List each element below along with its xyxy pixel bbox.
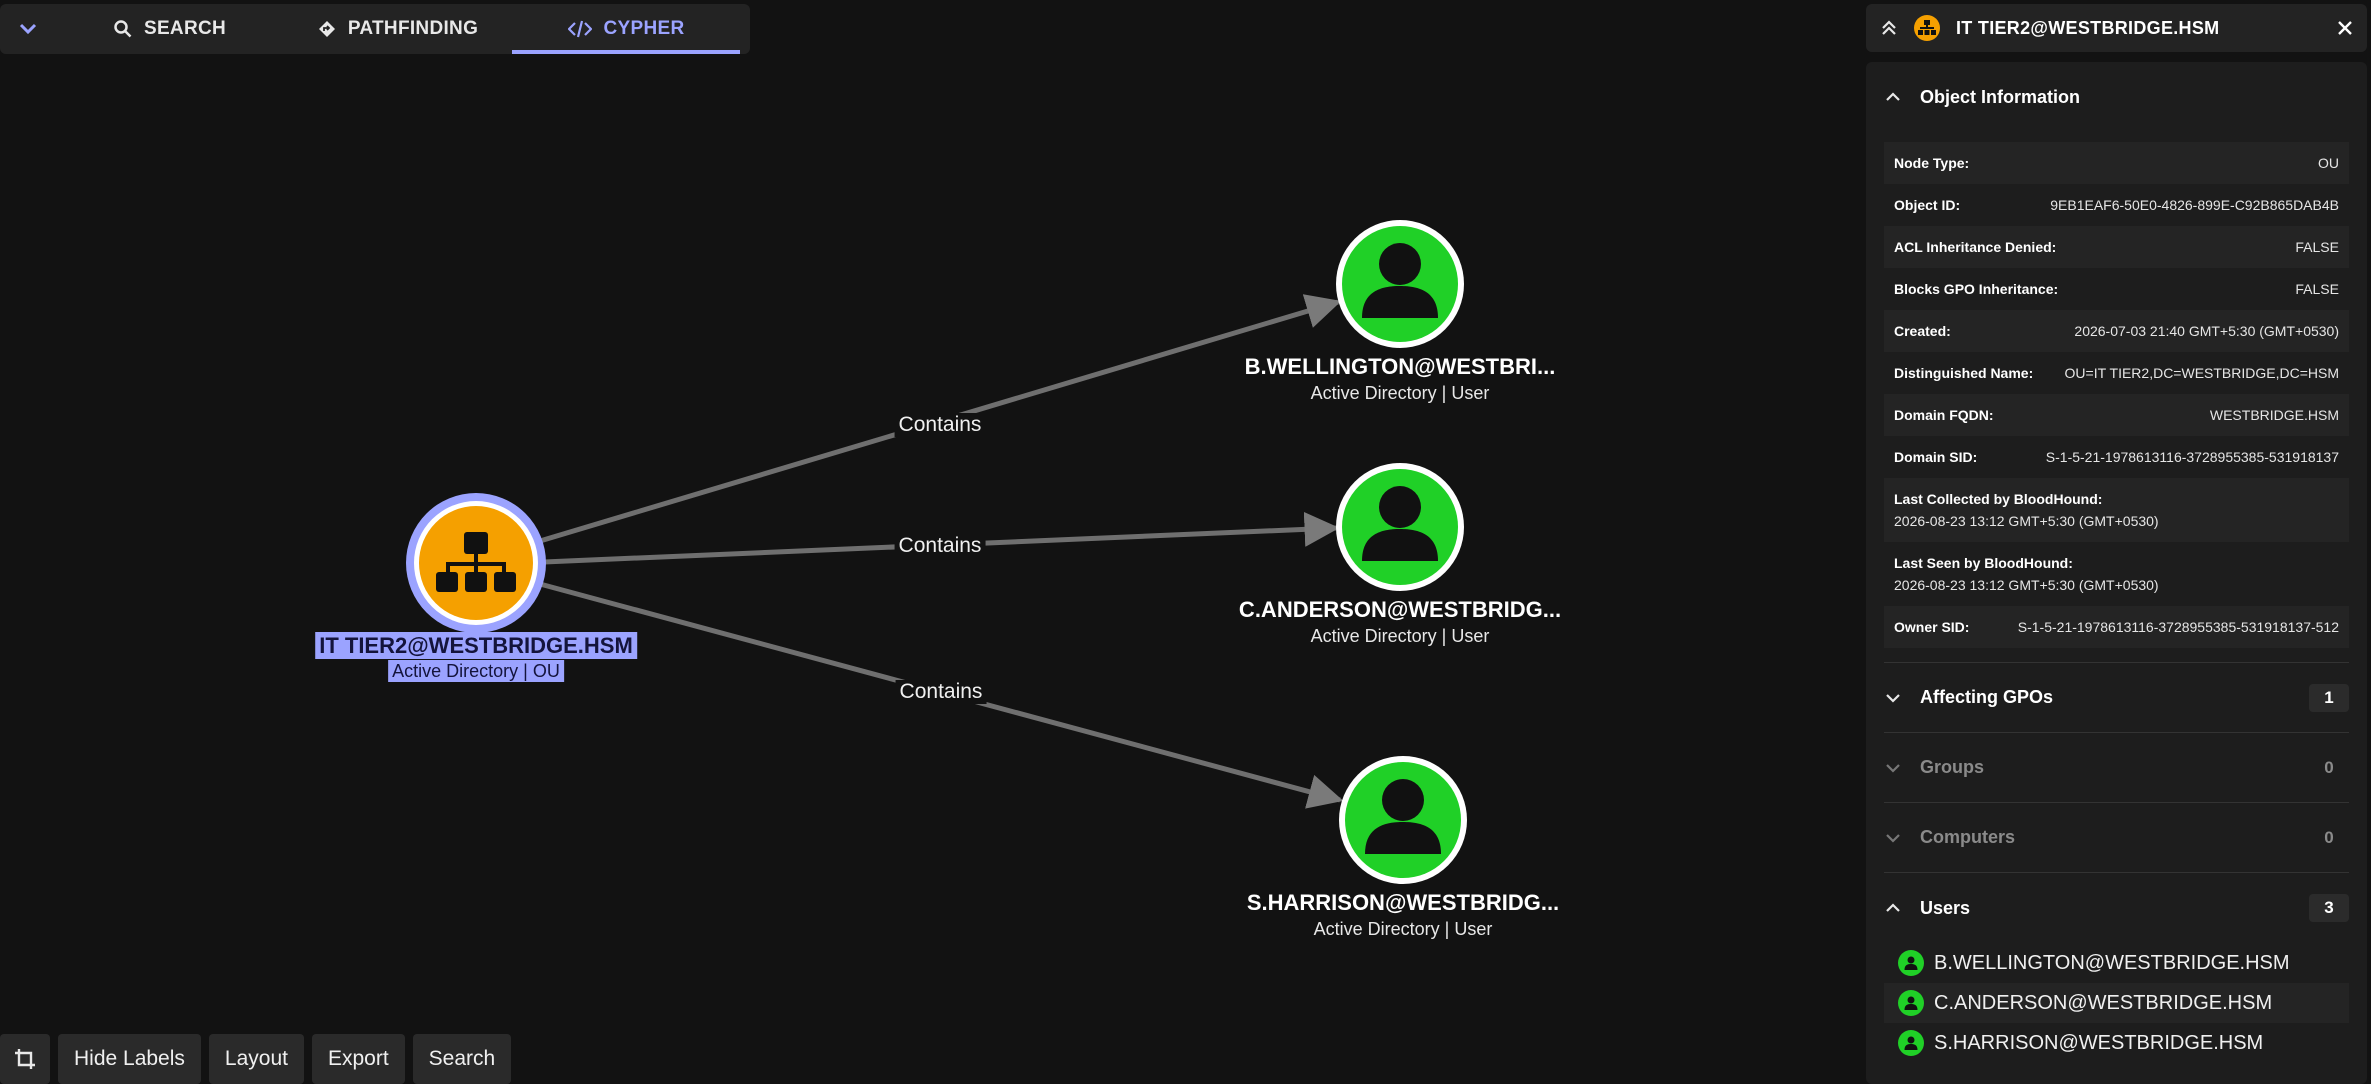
user-node-1-label: B.WELLINGTON@WESTBRI... [1244, 354, 1556, 379]
info-row-owner-sid: Owner SID: S-1-5-21-1978613116-3728955385… [1884, 606, 2349, 648]
layout-button[interactable]: Layout [208, 1034, 304, 1084]
tab-pathfinding-label: PATHFINDING [347, 18, 479, 39]
chevron-down-icon [1886, 763, 1900, 773]
chevron-up-icon [1886, 903, 1900, 912]
info-row-domain-sid: Domain SID: S-1-5-21-1978613116-372895538… [1894, 449, 2339, 465]
user-node-2-sublabel: Active Directory | User [1310, 626, 1490, 646]
chevron-down-icon [1886, 693, 1900, 703]
info-row-acl-inheritance-denied: ACL Inheritance Denied: FALSE [1884, 226, 2349, 268]
graph-canvas[interactable]: Contains Contains Contains IT TIER2@WEST… [0, 0, 1860, 1084]
chevron-down-icon [1886, 833, 1900, 843]
section-computers-count: 0 [2324, 827, 2334, 847]
section-computers-title: Computers [1920, 827, 2016, 847]
tab-pathfinding[interactable]: PATHFINDING [284, 4, 512, 54]
ou-icon [1914, 15, 1940, 41]
code-icon [567, 20, 592, 38]
section-groups-count: 0 [2324, 757, 2334, 777]
section-users-title: Users [1920, 897, 1971, 918]
section-users-count: 3 [2309, 894, 2349, 922]
info-row-domain-fqdn: Domain FQDN: WESTBRIDGE.HSM [1884, 394, 2349, 436]
search-tab-bar: SEARCH PATHFINDING CYPHER [0, 4, 750, 54]
entity-panel: IT TIER2@WESTBRIDGE.HSM Object Informati… [1866, 4, 2367, 1084]
section-groups[interactable]: Groups 0 [1884, 733, 2349, 803]
info-row-blocks-gpo-inheritance: Blocks GPO Inheritance: FALSE [1894, 281, 2339, 297]
section-groups-title: Groups [1920, 757, 1985, 777]
edge-label-2: Contains [894, 534, 986, 558]
collapse-panel-icon[interactable] [1880, 19, 1898, 37]
info-row-last-seen: Last Seen by BloodHound: 2026-08-23 13:12… [1894, 555, 2159, 593]
section-affecting-gpos-title: Affecting GPOs [1920, 687, 2054, 707]
ou-node[interactable] [406, 493, 546, 633]
list-item[interactable]: S.HARRISON@WESTBRIDGE.HSM [1884, 1023, 2349, 1063]
tab-cypher[interactable]: CYPHER [512, 4, 740, 54]
entity-panel-body: Object Information Node Type: OU Object I… [1866, 62, 2367, 1084]
section-computers[interactable]: Computers 0 [1884, 803, 2349, 873]
tab-cypher-label: CYPHER [603, 18, 685, 39]
edge-label-1: Contains [894, 413, 986, 437]
collapse-search-button[interactable] [0, 4, 56, 54]
user-icon [1898, 1030, 1924, 1056]
tab-search-label: SEARCH [143, 18, 227, 39]
section-affecting-gpos-count: 1 [2309, 683, 2349, 712]
hide-labels-button[interactable]: Hide Labels [58, 1034, 201, 1084]
user-list-name: C.ANDERSON@WESTBRIDGE.HSM [1934, 991, 2273, 1014]
section-affecting-gpos[interactable]: Affecting GPOs 1 [1884, 663, 2349, 733]
ou-node-label: IT TIER2@WESTBRIDGE.HSM [315, 632, 637, 659]
chevron-down-icon [19, 23, 37, 35]
tab-search[interactable]: SEARCH [56, 4, 284, 54]
export-button[interactable]: Export [311, 1034, 405, 1084]
pathfinding-icon [318, 21, 335, 37]
section-users[interactable]: Users 3 [1884, 873, 2349, 943]
info-row-object-id: Object ID: 9EB1EAF6-50E0-4826-899E-C92B86… [1894, 197, 2339, 213]
section-object-information-title: Object Information [1920, 86, 2081, 107]
search-icon [114, 20, 132, 38]
chevron-up-icon [1886, 92, 1900, 101]
user-icon [1898, 990, 1924, 1016]
user-list-name: B.WELLINGTON@WESTBRIDGE.HSM [1934, 951, 2290, 974]
info-row-node-type: Node Type: OU [1884, 142, 2349, 184]
list-item[interactable]: C.ANDERSON@WESTBRIDGE.HSM [1884, 983, 2349, 1023]
close-icon[interactable] [2337, 20, 2353, 36]
list-item[interactable]: B.WELLINGTON@WESTBRIDGE.HSM [1884, 943, 2349, 983]
user-node-3-label: S.HARRISON@WESTBRIDG... [1246, 890, 1560, 915]
info-row-distinguished-name: Distinguished Name: OU=IT TIER2,DC=WESTBR… [1894, 365, 2339, 381]
graph-toolbar: Hide Labels Layout Export Search [0, 1034, 512, 1084]
entity-panel-header: IT TIER2@WESTBRIDGE.HSM [1866, 4, 2367, 52]
user-node-2[interactable] [1336, 463, 1464, 591]
user-icon [1898, 950, 1924, 976]
info-row-created: Created: 2026-07-03 21:40 GMT+5:30 (GMT+0… [1884, 310, 2349, 352]
user-node-1[interactable] [1336, 220, 1464, 348]
info-row-last-collected: Last Collected by BloodHound: 2026-08-23 … [1884, 478, 2349, 542]
user-node-1-sublabel: Active Directory | User [1310, 383, 1490, 403]
user-node-3[interactable] [1339, 756, 1467, 884]
user-node-2-label: C.ANDERSON@WESTBRIDG... [1238, 597, 1562, 622]
user-list-name: S.HARRISON@WESTBRIDGE.HSM [1934, 1031, 2264, 1054]
section-object-information[interactable]: Object Information [1884, 62, 2349, 132]
graph-search-button[interactable]: Search [412, 1034, 512, 1084]
ou-node-sublabel: Active Directory | OU [388, 660, 564, 682]
users-list: B.WELLINGTON@WESTBRIDGE.HSM C.ANDERSON@W… [1884, 943, 2349, 1063]
object-information-table: Node Type: OU Object ID: 9EB1EAF6-50E0-482… [1884, 132, 2349, 663]
user-node-3-sublabel: Active Directory | User [1313, 919, 1493, 939]
reset-view-button[interactable] [0, 1034, 50, 1084]
crop-icon [15, 1049, 35, 1069]
edge-label-3: Contains [895, 680, 987, 704]
entity-panel-title: IT TIER2@WESTBRIDGE.HSM [1956, 17, 2220, 38]
